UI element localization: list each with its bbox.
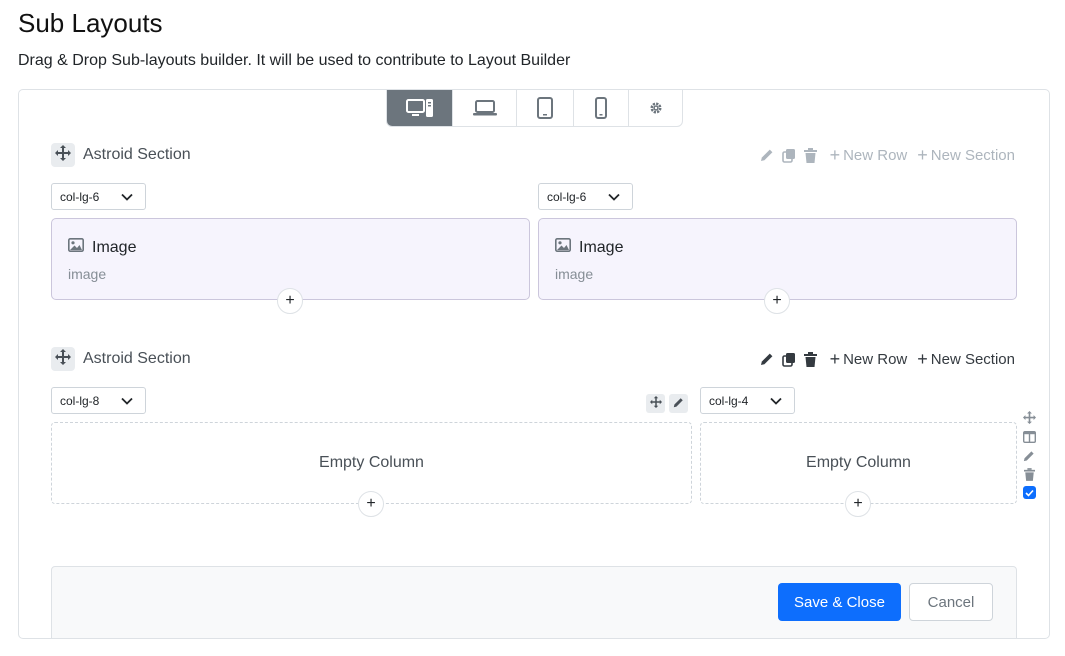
mobile-icon — [594, 97, 608, 119]
section-header: Astroid Section + New Row + New Section — [51, 346, 1015, 372]
element-subtitle: image — [68, 266, 107, 282]
new-row-button[interactable]: + New Row — [830, 146, 908, 164]
column-size-select[interactable]: col-lg-6 — [51, 183, 146, 210]
image-icon — [68, 238, 84, 257]
pencil-icon[interactable] — [1022, 448, 1037, 463]
column-size-select[interactable]: col-lg-6 — [538, 183, 633, 210]
add-element-button[interactable]: + — [764, 288, 790, 314]
row-select-checkbox[interactable] — [1022, 486, 1036, 499]
plus-icon: + — [853, 495, 863, 512]
new-section-label: New Section — [930, 350, 1015, 368]
image-icon — [555, 238, 571, 257]
device-toolbar — [386, 90, 683, 127]
column-size-select[interactable]: col-lg-8 — [51, 387, 146, 414]
tablet-icon — [536, 97, 554, 119]
add-element-button[interactable]: + — [845, 491, 871, 517]
gear-icon — [649, 101, 663, 115]
trash-icon[interactable] — [802, 350, 820, 368]
plus-icon: + — [772, 292, 782, 309]
builder-footer: Save & Close Cancel — [51, 566, 1017, 638]
chevron-down-icon — [121, 191, 133, 205]
chevron-down-icon — [608, 191, 620, 205]
trash-icon[interactable] — [1022, 467, 1037, 482]
move-icon[interactable] — [1022, 410, 1037, 425]
page-description: Drag & Drop Sub-layouts builder. It will… — [18, 52, 571, 69]
element-title: Image — [92, 238, 137, 256]
save-close-button[interactable]: Save & Close — [778, 583, 901, 621]
pencil-icon[interactable] — [758, 350, 776, 368]
add-element-button[interactable]: + — [358, 491, 384, 517]
section-tools: + New Row + New Section — [758, 350, 1015, 368]
cancel-button[interactable]: Cancel — [909, 583, 993, 621]
new-row-label: New Row — [843, 146, 908, 164]
add-element-button[interactable]: + — [277, 288, 303, 314]
chevron-down-icon — [121, 395, 133, 409]
plus-icon: + — [285, 292, 295, 309]
section-title: Astroid Section — [83, 350, 191, 367]
desktop-icon — [405, 98, 434, 118]
section-tools: + New Row + New Section — [758, 146, 1015, 164]
move-icon — [55, 348, 71, 370]
row-side-tools — [1021, 410, 1037, 499]
copy-icon[interactable] — [780, 146, 798, 164]
section-header: Astroid Section + New Row + New Section — [51, 142, 1015, 168]
chevron-down-icon — [770, 395, 782, 409]
device-desktop-button[interactable] — [387, 90, 453, 126]
copy-icon[interactable] — [780, 350, 798, 368]
laptop-icon — [472, 99, 498, 117]
move-icon — [55, 144, 71, 166]
trash-icon[interactable] — [802, 146, 820, 164]
section-drag-handle[interactable] — [51, 347, 75, 371]
section-title: Astroid Section — [83, 146, 191, 163]
device-laptop-button[interactable] — [453, 90, 517, 126]
page-title: Sub Layouts — [18, 8, 163, 38]
new-row-label: New Row — [843, 350, 908, 368]
element-title: Image — [579, 238, 624, 256]
move-icon — [649, 395, 662, 413]
element-subtitle: image — [555, 266, 594, 282]
device-tablet-button[interactable] — [517, 90, 574, 126]
device-mobile-button[interactable] — [574, 90, 629, 126]
column-size-select[interactable]: col-lg-4 — [700, 387, 795, 414]
column-edit-button[interactable] — [669, 394, 688, 413]
columns-icon[interactable] — [1022, 429, 1037, 444]
section-drag-handle[interactable] — [51, 143, 75, 167]
sub-layout-builder: Astroid Section + New Row + New Section co… — [18, 89, 1050, 639]
device-settings-button[interactable] — [629, 90, 682, 126]
new-section-button[interactable]: + New Section — [917, 146, 1015, 164]
column-move-button[interactable] — [646, 394, 665, 413]
pencil-icon — [673, 395, 684, 413]
new-row-button[interactable]: + New Row — [830, 350, 908, 368]
plus-icon: + — [366, 495, 376, 512]
pencil-icon[interactable] — [758, 146, 776, 164]
new-section-button[interactable]: + New Section — [917, 350, 1015, 368]
new-section-label: New Section — [930, 146, 1015, 164]
